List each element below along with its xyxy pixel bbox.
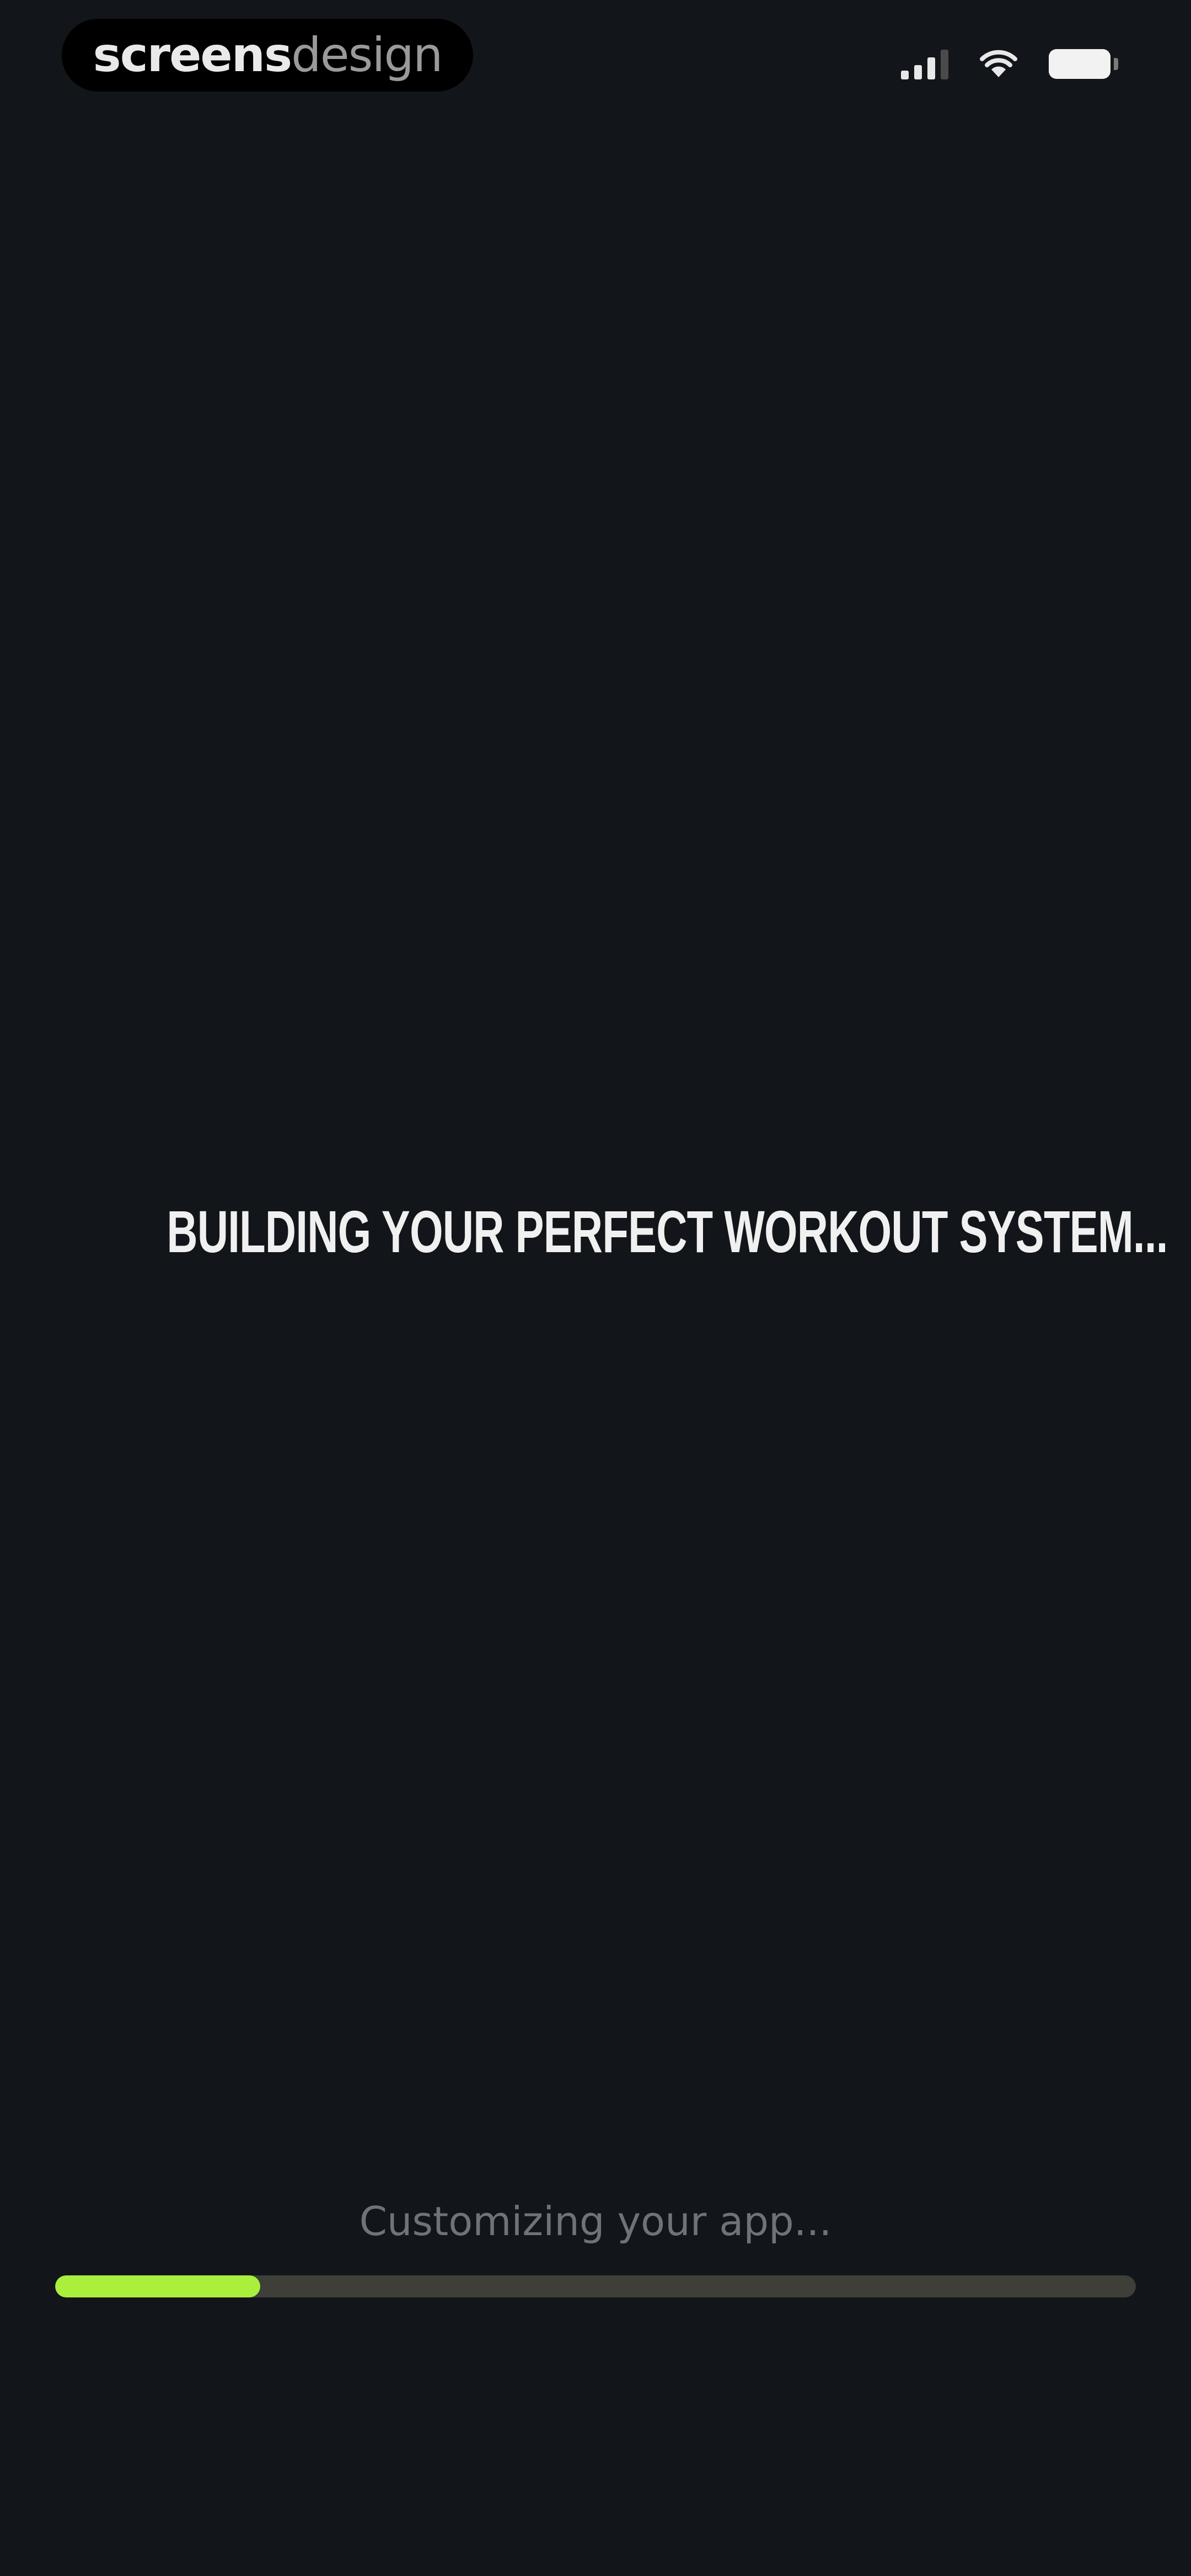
loading-screen: screens design BUILDING YOUR PERFECT WORK…	[0, 0, 1191, 2576]
progress-bar	[55, 2275, 1136, 2297]
brand-badge: screens design	[62, 19, 473, 92]
status-bar	[901, 49, 1118, 79]
progress-status-text: Customizing your app...	[359, 2198, 832, 2244]
brand-name-strong: screens	[93, 28, 293, 83]
progress-bar-fill	[55, 2275, 261, 2297]
brand-name-light: design	[291, 28, 443, 83]
wifi-icon	[979, 50, 1018, 78]
battery-icon	[1049, 49, 1118, 79]
page-title: BUILDING YOUR PERFECT WORKOUT SYSTEM...	[167, 1198, 1168, 1265]
signal-icon	[901, 49, 948, 79]
